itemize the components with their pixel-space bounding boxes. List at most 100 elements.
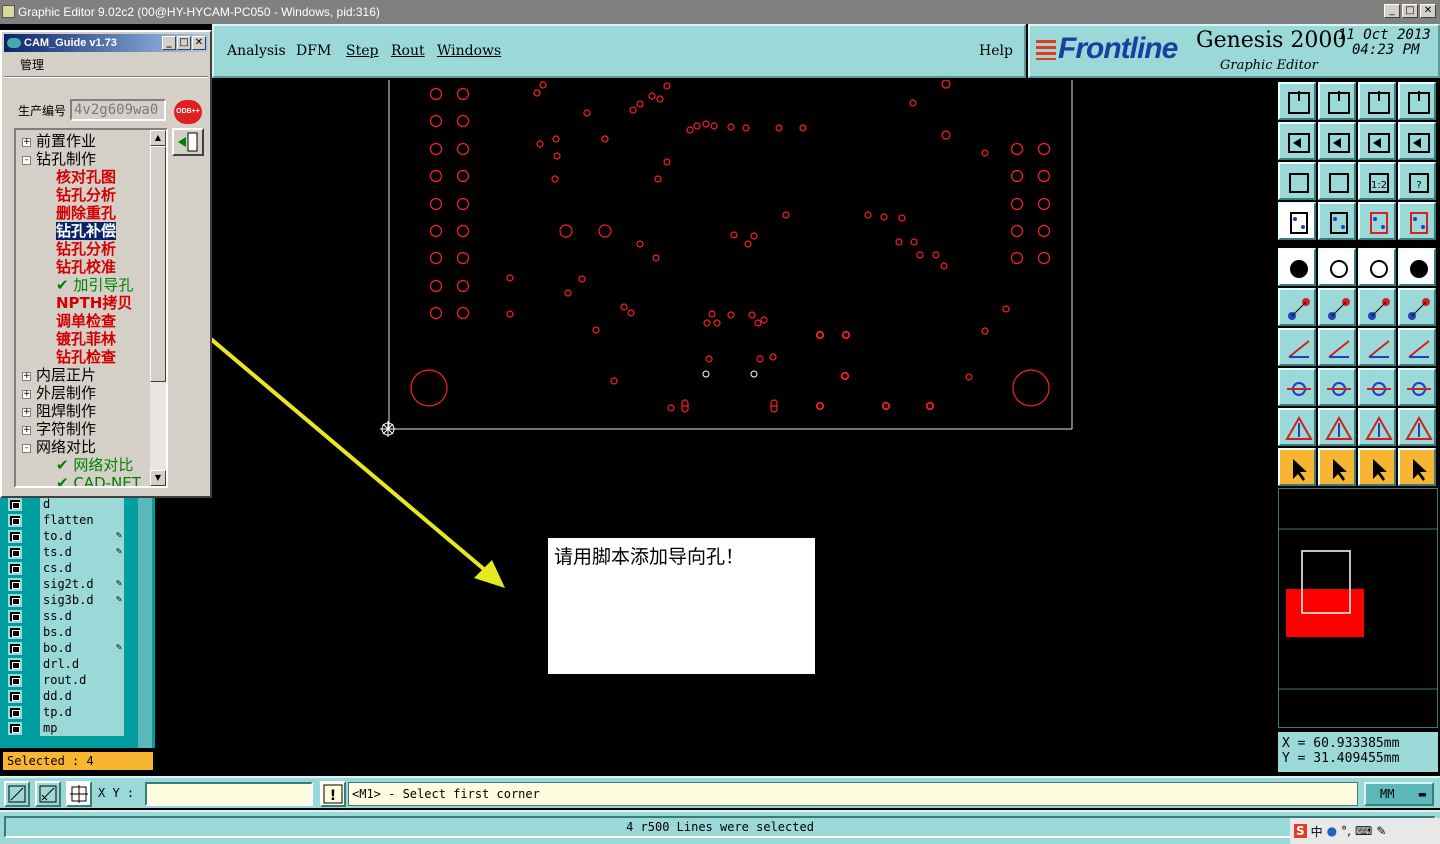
layer-checkbox[interactable] [8,722,22,735]
expand-icon[interactable]: + [22,372,31,381]
cursor-icon[interactable] [1278,448,1316,486]
layer-name[interactable]: d [40,496,124,512]
tree-item[interactable]: 钻孔补偿 [56,222,117,240]
scroll-thumb[interactable] [150,146,166,382]
target-icon[interactable] [1358,368,1396,406]
layer-checkbox[interactable] [8,562,22,575]
tree-item[interactable]: 钻孔检查 [56,348,116,366]
tree-item[interactable]: + 外层制作 [22,384,96,402]
layer-row[interactable]: rout.d [4,672,126,688]
mouse-icon[interactable] [1278,202,1316,240]
minimize-button[interactable]: _ [1384,4,1400,18]
open-step-icon[interactable] [1278,82,1316,120]
cam-minimize-button[interactable]: _ [162,36,176,50]
layer-name[interactable]: tp.d [40,704,124,720]
layer-name[interactable]: mp [40,720,124,736]
layer-row[interactable]: mp [4,720,126,736]
tree-item[interactable]: 钻孔分析 [56,186,116,204]
scroll-down-icon[interactable]: ▼ [150,470,166,486]
tree-item[interactable]: + 前置作业 [22,132,96,150]
tree-item[interactable]: 删除重孔 [56,204,116,222]
scale-1-2-icon[interactable]: 1:2 [1358,162,1396,200]
layer-checkbox[interactable] [8,578,22,591]
layer-row[interactable]: drl.d [4,656,126,672]
layer-checkbox[interactable] [8,642,22,655]
tree-item[interactable]: 调单检查 [56,312,116,330]
layer-scrollbar[interactable] [138,496,152,748]
expand-icon[interactable]: + [22,408,31,417]
layer-row[interactable]: ss.d [4,608,126,624]
polygon-icon[interactable] [1318,248,1356,286]
expand-icon[interactable]: + [22,390,31,399]
tree-item[interactable]: + 阻焊制作 [22,402,96,420]
layer-name[interactable]: flatten [40,512,124,528]
layer-row[interactable]: bs.d [4,624,126,640]
layer-name[interactable]: dd.d [40,688,124,704]
tree-item[interactable]: - 网络对比 [22,438,96,456]
connect-icon[interactable] [1278,288,1316,326]
zoom-area-button[interactable] [4,781,30,807]
alert-icon[interactable]: ! [320,781,346,807]
layer-row[interactable]: d [4,496,126,512]
tree-item[interactable]: + 内层正片 [22,366,96,384]
triangle-icon[interactable] [1358,408,1396,446]
snap-grid-button[interactable] [66,781,92,807]
layer-name[interactable]: bs.d [40,624,124,640]
layer-checkbox[interactable] [8,626,22,639]
layer-row[interactable]: sig3b.d ✎ [4,592,126,608]
punctuation-icon[interactable]: °, [1341,824,1351,838]
s-shape-icon[interactable] [1398,122,1436,160]
tree-item[interactable]: ✔ 加引导孔 [56,276,133,294]
save-icon[interactable] [1318,82,1356,120]
line-node-icon[interactable] [1358,288,1396,326]
measure-button[interactable] [35,781,61,807]
menu-windows[interactable]: Windows [437,43,501,59]
layer-name[interactable]: ts.d ✎ [40,544,124,560]
expand-icon[interactable]: + [22,138,31,147]
text-icon[interactable] [1398,328,1436,366]
tree-item[interactable]: NPTH拷贝 [56,294,132,312]
layer-checkbox[interactable] [8,498,22,511]
exit-button[interactable] [172,128,204,156]
settings-icon[interactable]: ✎ [1376,824,1386,838]
collapse-icon[interactable]: - [22,444,31,453]
menu-dfm[interactable]: DFM [296,43,331,59]
expand-icon[interactable]: + [22,426,31,435]
sogou-icon[interactable]: S [1294,824,1307,838]
mirror-icon[interactable] [1358,122,1396,160]
tree-item[interactable]: 镀孔菲林 [56,330,116,348]
scroll-up-icon[interactable]: ▲ [150,130,166,146]
tree-item[interactable]: + 字符制作 [22,420,96,438]
tree-item[interactable]: 钻孔校准 [56,258,116,276]
cam-menu-manage[interactable]: 管理 [20,56,44,73]
layer-name[interactable]: ss.d [40,608,124,624]
grid-icon[interactable] [1318,202,1356,240]
layer-checkbox[interactable] [8,546,22,559]
angle-icon[interactable] [1278,328,1316,366]
layer-stack-icon[interactable] [1358,202,1396,240]
tree-item[interactable]: 核对孔图 [56,168,116,186]
layer-checkbox[interactable] [8,690,22,703]
pin-icon[interactable] [1278,368,1316,406]
menu-step[interactable]: Step [346,43,378,59]
layer-name[interactable]: bo.d ✎ [40,640,124,656]
tree-scrollbar[interactable]: ▲ ▼ [150,130,166,486]
ruler-icon[interactable] [1358,248,1396,286]
moon-icon[interactable]: ● [1327,824,1337,838]
cursor-icon[interactable] [1358,448,1396,486]
ime-mode[interactable]: 中 [1311,823,1323,840]
layer-checkbox[interactable] [8,594,22,607]
fit-icon[interactable] [1278,162,1316,200]
layer-checkbox[interactable] [8,706,22,719]
layer-row[interactable]: to.d ✎ [4,528,126,544]
cam-maximize-button[interactable]: □ [177,36,191,50]
layer-row[interactable]: flatten [4,512,126,528]
production-no-field[interactable]: 4v2g609wa0 [70,99,166,121]
close-button[interactable]: ✕ [1420,4,1436,18]
triangle-icon[interactable] [1278,408,1316,446]
cross-icon[interactable] [1318,288,1356,326]
tree-item[interactable]: 钻孔分析 [56,240,116,258]
cursor-icon[interactable] [1318,448,1356,486]
triangle-icon[interactable] [1398,408,1436,446]
layer-name[interactable]: to.d ✎ [40,528,124,544]
